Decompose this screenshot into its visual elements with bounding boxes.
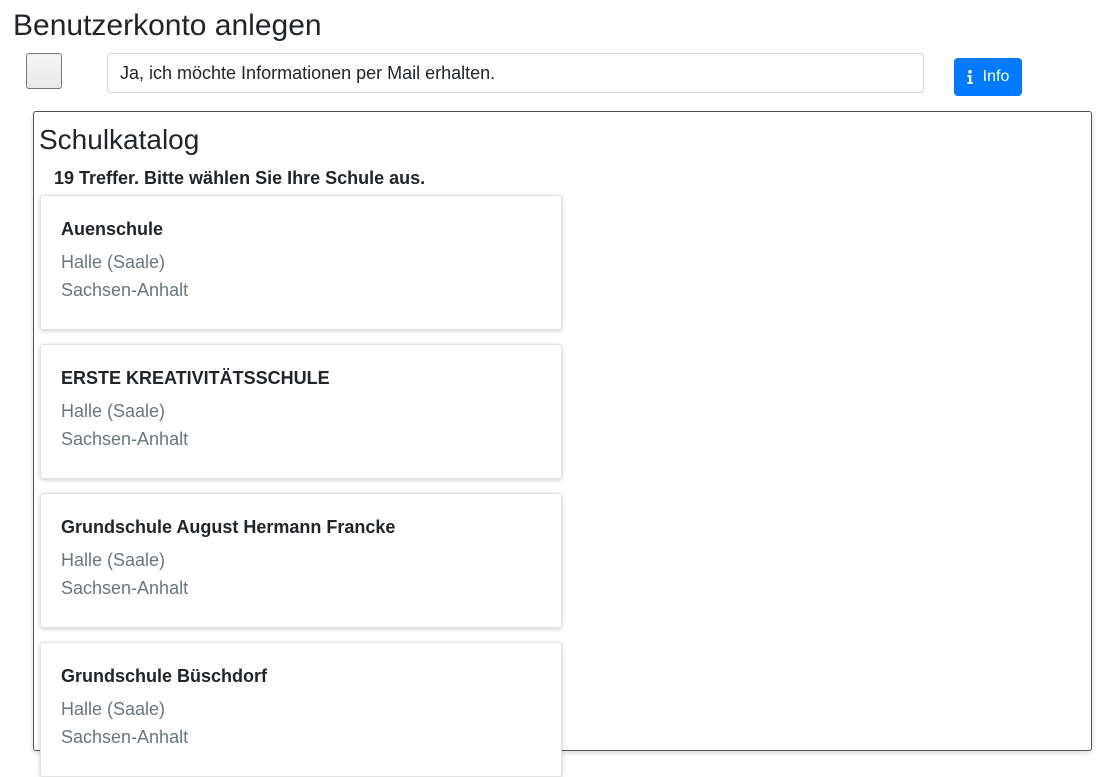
school-city: Halle (Saale): [61, 550, 166, 570]
school-state: Sachsen-Anhalt: [61, 280, 189, 300]
info-button-label: Info: [982, 68, 1010, 85]
info-icon: [967, 70, 973, 84]
school-city: Halle (Saale): [61, 252, 166, 272]
page-title: Benutzerkonto anlegen: [13, 9, 322, 42]
school-catalog: Schulkatalog 19 Treffer. Bitte wählen Si…: [33, 111, 1092, 777]
consent-checkbox[interactable]: [26, 53, 62, 89]
school-name: ERSTE KREATIVITÄTSSCHULE: [61, 368, 330, 388]
catalog-title: Schulkatalog: [39, 124, 200, 155]
school-name: Grundschule August Hermann Francke: [61, 517, 396, 537]
school-card[interactable]: ERSTE KREATIVITÄTSSCHULE Halle (Saale) S…: [40, 344, 562, 479]
school-card[interactable]: Auenschule Halle (Saale) Sachsen-Anhalt: [40, 195, 562, 330]
school-name: Grundschule Büschdorf: [61, 666, 268, 686]
school-city: Halle (Saale): [61, 699, 166, 719]
school-card[interactable]: Grundschule Büschdorf Halle (Saale) Sach…: [40, 642, 562, 777]
school-city: Halle (Saale): [61, 401, 166, 421]
school-name: Auenschule: [61, 219, 164, 239]
consent-label-field[interactable]: Ja, ich möchte Informationen per Mail er…: [107, 53, 924, 93]
info-button[interactable]: Info: [954, 58, 1022, 96]
school-state: Sachsen-Anhalt: [61, 429, 189, 449]
school-state: Sachsen-Anhalt: [61, 578, 189, 598]
result-count: 19 Treffer. Bitte wählen Sie Ihre Schule…: [54, 168, 426, 188]
school-state: Sachsen-Anhalt: [61, 727, 189, 747]
school-card[interactable]: Grundschule August Hermann Francke Halle…: [40, 493, 562, 628]
